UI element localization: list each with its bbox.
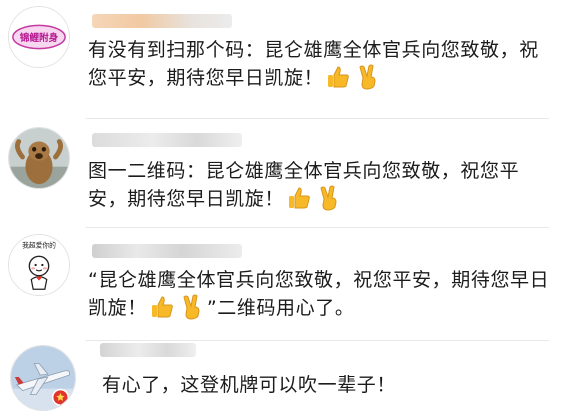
victory-hand-icon [179, 294, 205, 320]
stick-figure-avatar-icon: 我超爱你的 [9, 235, 69, 295]
thumbs-up-icon [286, 185, 312, 211]
avatar-text: 我超爱你的 [22, 241, 56, 250]
avatar-text: 锦鲤附身 [20, 32, 59, 44]
username-redacted[interactable] [92, 14, 232, 28]
thumbs-up-icon [325, 64, 351, 90]
comment-text-body: 有没有到扫那个码：昆仑雄鹰全体官兵向您致敬，祝您平安，期待您早日凯旋！ [88, 39, 539, 89]
cartoon-badge-avatar-icon: 锦鲤附身 [9, 7, 69, 67]
user-avatar[interactable]: 锦鲤附身 [8, 6, 70, 68]
comment-text: “昆仑雄鹰全体官兵向您致敬，祝您平安，期待您早日凯旋！ ”二维码用心了。 [88, 266, 558, 322]
comment-text: 有心了，这登机牌可以吹一辈子！ [102, 371, 561, 399]
comment-text: 图一二维码：昆仑雄鹰全体官兵向您致敬，祝您平安，期待您早日凯旋！ [88, 157, 558, 213]
comment-item: 我超爱你的 “昆仑雄鹰全体官兵向您致敬，祝您平安，期待您早日凯旋！ ”二维码用心了… [0, 228, 561, 340]
meerkat-photo-avatar-icon [9, 128, 69, 188]
comment-item: 锦鲤附身 有没有到扫那个码：昆仑雄鹰全体官兵向您致敬，祝您平安，期待您早日凯旋！ [0, 0, 561, 118]
comment-text-body: 有心了，这登机牌可以吹一辈子！ [102, 374, 397, 396]
comment-item: 图一二维码：昆仑雄鹰全体官兵向您致敬，祝您平安，期待您早日凯旋！ [0, 119, 561, 227]
username-redacted[interactable] [92, 133, 242, 147]
comment-item: 有心了，这登机牌可以吹一辈子！ [0, 341, 561, 414]
victory-hand-icon [316, 185, 342, 211]
comment-text: 有没有到扫那个码：昆仑雄鹰全体官兵向您致敬，祝您平安，期待您早日凯旋！ [88, 36, 558, 92]
comment-feed: 锦鲤附身 有没有到扫那个码：昆仑雄鹰全体官兵向您致敬，祝您平安，期待您早日凯旋！ [0, 0, 561, 414]
username-redacted[interactable] [92, 244, 242, 258]
user-avatar[interactable]: 我超爱你的 [8, 234, 70, 296]
username-redacted[interactable] [100, 343, 196, 357]
comment-text-tail: ”二维码用心了。 [206, 297, 355, 319]
user-avatar[interactable] [8, 127, 70, 189]
airplane-photo-avatar-icon [11, 346, 75, 410]
victory-hand-icon [355, 64, 381, 90]
user-avatar[interactable] [10, 345, 76, 411]
thumbs-up-icon [149, 294, 175, 320]
